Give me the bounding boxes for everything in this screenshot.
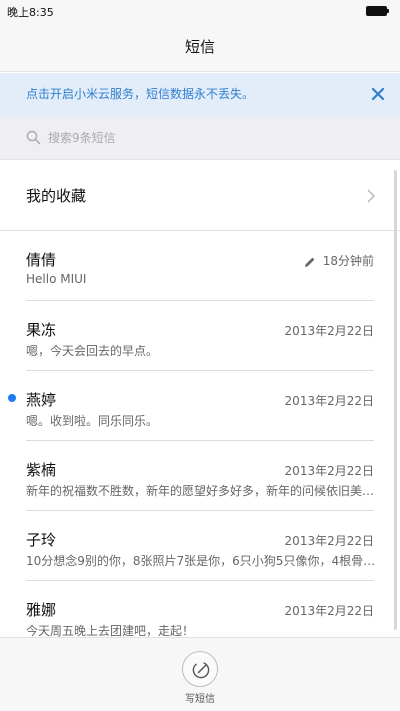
status-bar: 晚上8:35 <box>0 0 400 22</box>
conversation-list[interactable]: 我的收藏 倩倩 18分钟前 Hello MIUI 果冻 2013年2月22日 嗯… <box>0 161 400 637</box>
message-preview: 嗯。收到啦。同乐同乐。 <box>26 414 159 428</box>
message-time: 2013年2月22日 <box>284 604 374 618</box>
message-time: 2013年2月22日 <box>284 534 374 548</box>
message-time: 2013年2月22日 <box>284 324 374 338</box>
search-bar[interactable]: 搜索9条短信 <box>0 116 400 160</box>
conversation-item[interactable]: 倩倩 18分钟前 Hello MIUI <box>0 231 400 301</box>
search-icon <box>26 130 41 145</box>
contact-name: 子玲 <box>26 531 57 549</box>
title-bar: 短信 <box>0 22 400 72</box>
contact-name: 倩倩 <box>26 251 57 269</box>
contact-name: 紫楠 <box>26 461 57 479</box>
battery-icon <box>366 6 390 16</box>
favorites-label: 我的收藏 <box>26 187 87 205</box>
message-preview: 新年的祝福数不胜数，新年的愿望好多好多，新年的问候依旧美… <box>26 484 375 498</box>
search-input[interactable]: 搜索9条短信 <box>48 116 116 160</box>
conversation-item[interactable]: 果冻 2013年2月22日 嗯，今天会回去的早点。 <box>0 301 400 371</box>
contact-name: 果冻 <box>26 321 57 339</box>
message-time: 2013年2月22日 <box>284 394 374 408</box>
conversation-item[interactable]: 雅娜 2013年2月22日 今天周五晚上去团建吧，走起！ <box>0 581 400 637</box>
banner-text[interactable]: 点击开启小米云服务，短信数据永不丢失。 <box>26 73 254 116</box>
message-time: 2013年2月22日 <box>284 464 374 478</box>
bottom-bar: 写短信 <box>0 637 400 711</box>
favorites-row[interactable]: 我的收藏 <box>0 161 400 231</box>
close-icon[interactable] <box>370 86 386 102</box>
scrollbar[interactable] <box>394 170 397 630</box>
message-preview: 嗯，今天会回去的早点。 <box>26 344 159 358</box>
pencil-icon <box>304 253 316 267</box>
message-preview: Hello MIUI <box>26 272 87 286</box>
compose-button[interactable] <box>182 651 218 687</box>
page-title: 短信 <box>184 38 215 56</box>
conversation-item[interactable]: 紫楠 2013年2月22日 新年的祝福数不胜数，新年的愿望好多好多，新年的问候依… <box>0 441 400 511</box>
unread-indicator <box>8 394 16 402</box>
chevron-right-icon <box>366 188 376 204</box>
message-time: 18分钟前 <box>322 254 374 268</box>
compose-icon <box>192 661 210 679</box>
conversation-item[interactable]: 子玲 2013年2月22日 10分想念9别的你，8张照片7张是你，6只小狗5只像… <box>0 511 400 581</box>
message-preview: 今天周五晚上去团建吧，走起！ <box>26 624 195 637</box>
contact-name: 燕婷 <box>26 391 57 409</box>
message-preview: 10分想念9别的你，8张照片7张是你，6只小狗5只像你，4根骨… <box>26 554 376 568</box>
cloud-service-banner[interactable]: 点击开启小米云服务，短信数据永不丢失。 <box>0 73 400 116</box>
contact-name: 雅娜 <box>26 601 57 619</box>
conversation-item[interactable]: 燕婷 2013年2月22日 嗯。收到啦。同乐同乐。 <box>0 371 400 441</box>
compose-label: 写短信 <box>185 694 215 705</box>
status-time: 晚上8:35 <box>7 6 54 19</box>
